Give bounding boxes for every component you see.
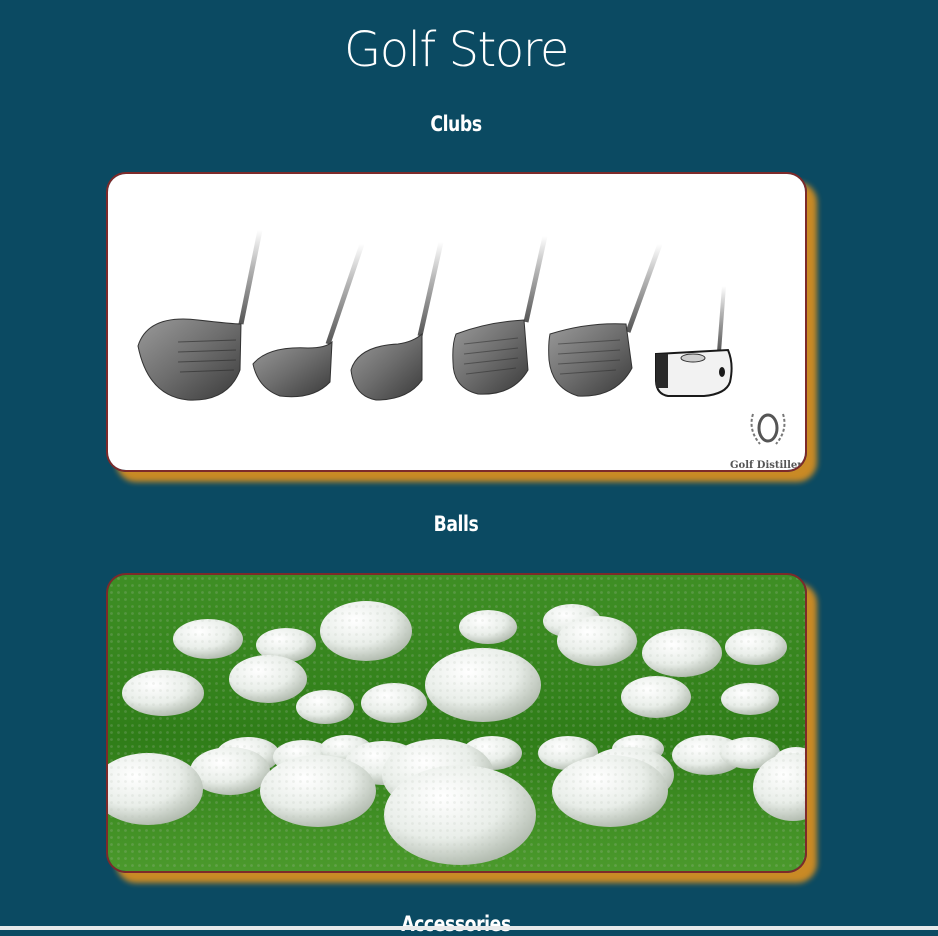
clubs-card[interactable]: Golf Distillery bbox=[106, 172, 807, 472]
balls-card[interactable] bbox=[106, 573, 807, 873]
horizontal-scrollbar[interactable] bbox=[0, 926, 938, 930]
golf-balls-group bbox=[108, 575, 805, 871]
svg-text:Golf Distillery: Golf Distillery bbox=[730, 460, 805, 470]
section-heading-balls: Balls bbox=[433, 512, 479, 536]
section-heading-accessories: Accessories bbox=[401, 912, 511, 936]
section-heading-clubs: Clubs bbox=[430, 112, 482, 136]
golf-balls-image bbox=[108, 575, 805, 871]
golf-clubs-image: Golf Distillery bbox=[108, 174, 805, 470]
page-title: Golf Store bbox=[344, 22, 569, 78]
